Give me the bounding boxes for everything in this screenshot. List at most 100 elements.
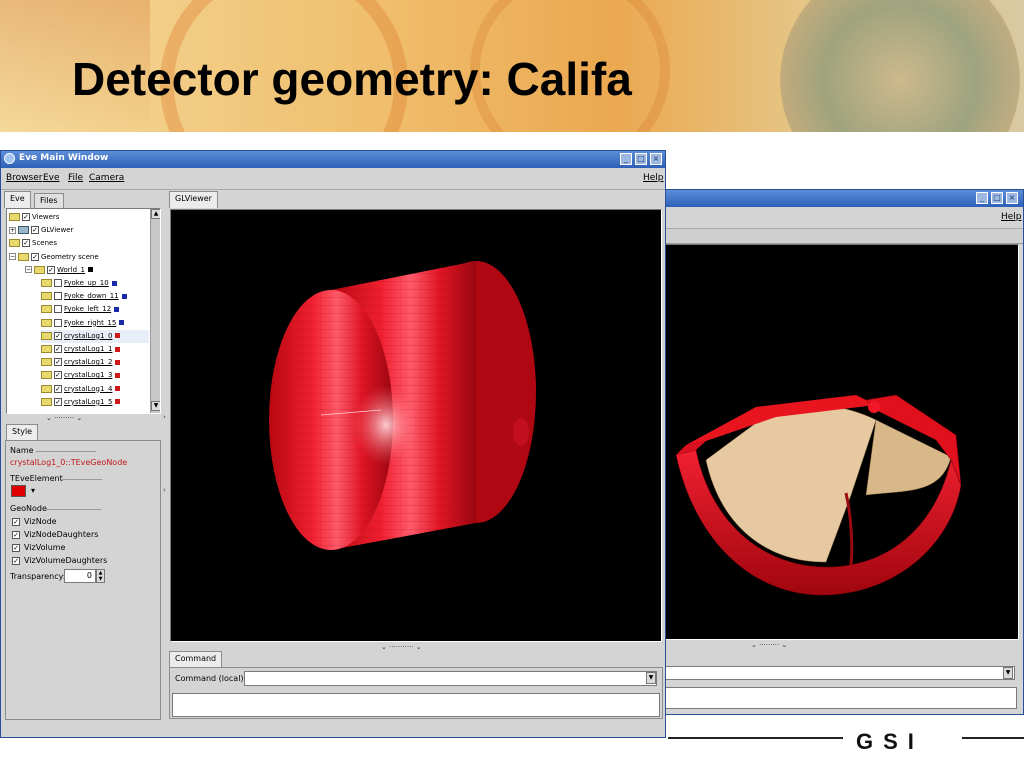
divider (46, 509, 101, 510)
tree-item[interactable]: ✓ Viewers (9, 211, 59, 224)
visibility-checkbox[interactable] (54, 318, 62, 327)
vizvolumedaughters-checkbox[interactable]: ✓ (12, 557, 20, 565)
visibility-checkbox[interactable]: ✓ (31, 226, 39, 235)
tree-item[interactable]: − ✓ World_1 (25, 264, 94, 277)
command-history-dropdown[interactable]: ▼ (646, 672, 656, 684)
name-label: Name (10, 446, 34, 455)
tree-item[interactable]: Fyoke_up_10 (41, 277, 117, 290)
minimize-button[interactable]: _ (620, 153, 632, 165)
folder-icon (18, 252, 29, 261)
tree-item[interactable]: ✓ Scenes (9, 237, 57, 250)
tab-style[interactable]: Style (6, 424, 39, 441)
tree-item[interactable]: ✓ crystalLog1_0 (41, 329, 149, 343)
close-button[interactable]: × (650, 153, 662, 165)
visibility-checkbox[interactable]: ✓ (22, 239, 30, 248)
folder-icon (41, 371, 52, 380)
tree-item-label: crystalLog1_3 (64, 371, 113, 380)
tree-item[interactable]: Fyoke_down_11 (41, 290, 127, 303)
main-window-titlebar[interactable]: Eve Main Window _ □ × (1, 151, 665, 168)
splitter-handle[interactable]: ⌄ ········· ⌄ (751, 641, 787, 649)
eve-list-tree: ✓ Viewers + ✓ GLViewer ✓ Scenes − ✓ Geometry scen… (6, 208, 161, 414)
command-label: Command (local): (175, 674, 247, 683)
gl-viewport[interactable] (170, 209, 662, 642)
tab-files[interactable]: Files (34, 193, 64, 208)
tree-item[interactable]: + ✓ GLViewer (9, 224, 73, 237)
teveelement-label: TEveElement (10, 474, 63, 483)
back-eve-window: _ □ × Help ⌄ ········· ⌄ ▼ (664, 189, 1024, 715)
back-command-dropdown[interactable]: ▼ (1003, 667, 1013, 679)
tree-item-label: Fyoke_up_10 (64, 279, 109, 287)
tree-item[interactable]: − ✓ Geometry scene (9, 251, 99, 264)
banner-detector-photo (780, 0, 1020, 132)
tree-item[interactable]: ✓ crystalLog1_5 (41, 396, 121, 409)
eve-main-window: Eve Main Window _ □ × Browser Eve File C… (0, 150, 666, 738)
help-menu[interactable]: Help (1001, 212, 1022, 222)
scroll-down-arrow[interactable]: ▼ (151, 401, 160, 411)
menu-camera[interactable]: Camera (89, 173, 124, 183)
splitter-handle[interactable]: ⌄ ········· ⌄ (46, 414, 82, 422)
tree-item[interactable]: Fyoke_left_12 (41, 303, 120, 316)
back-window-titlebar[interactable]: _ □ × (665, 190, 1023, 207)
transparency-input[interactable]: 0 (64, 569, 96, 583)
visibility-checkbox[interactable] (54, 292, 62, 301)
collapse-icon[interactable]: − (25, 266, 32, 274)
color-swatch-button[interactable] (11, 485, 26, 497)
maximize-button[interactable]: □ (991, 192, 1003, 204)
vizvolumedaughters-label: VizVolumeDaughters (24, 556, 108, 565)
tree-item[interactable]: ✓ crystalLog1_4 (41, 383, 121, 396)
visibility-checkbox[interactable]: ✓ (54, 345, 62, 353)
tree-item-label: Fyoke_down_11 (64, 292, 119, 301)
visibility-checkbox[interactable]: ✓ (22, 213, 30, 221)
visibility-checkbox[interactable]: ✓ (54, 371, 62, 380)
back-window-menubar: Help (665, 208, 1023, 229)
tab-command[interactable]: Command (169, 651, 223, 668)
maximize-button[interactable]: □ (635, 153, 647, 165)
transparency-stepper[interactable]: ▲ ▼ (96, 569, 105, 583)
folder-icon (41, 384, 52, 393)
back-command-output (665, 687, 1017, 709)
tree-item[interactable]: ✓ crystalLog1_2 (41, 356, 121, 369)
visibility-checkbox[interactable]: ✓ (54, 331, 62, 340)
menu-help[interactable]: Help (643, 173, 664, 183)
tree-item[interactable]: Fyoke_right_15 (41, 317, 125, 330)
folder-icon (9, 239, 20, 248)
minimize-button[interactable]: _ (976, 192, 988, 204)
tree-item-label: crystalLog1_5 (64, 397, 113, 406)
visibility-checkbox[interactable]: ✓ (31, 252, 39, 261)
left-splitter-handle[interactable]: › (163, 486, 166, 494)
color-swatch (114, 306, 120, 312)
visibility-checkbox[interactable] (54, 305, 62, 314)
viznodedaughters-checkbox[interactable]: ✓ (12, 531, 20, 539)
visibility-checkbox[interactable]: ✓ (54, 397, 62, 406)
folder-icon (41, 358, 52, 367)
tree-item[interactable]: ✓ crystalLog1_1 (41, 343, 121, 356)
splitter-handle[interactable]: ⌄ ··········· ⌄ (381, 643, 422, 651)
app-icon (4, 153, 15, 164)
visibility-checkbox[interactable]: ✓ (54, 384, 62, 393)
expand-icon[interactable]: + (9, 226, 16, 234)
menu-file[interactable]: File (68, 173, 83, 183)
divider (62, 479, 102, 480)
visibility-checkbox[interactable] (54, 279, 62, 287)
chevron-down-icon[interactable]: ▾ (31, 486, 35, 495)
back-command-input[interactable] (665, 666, 1015, 680)
command-input[interactable] (244, 671, 657, 686)
collapse-icon[interactable]: − (9, 253, 16, 261)
viznode-checkbox[interactable]: ✓ (12, 518, 20, 526)
tree-scrollbar[interactable]: ▲ ▼ (150, 209, 160, 413)
transparency-label: Transparency: (10, 572, 66, 581)
tab-glviewer[interactable]: GLViewer (169, 191, 218, 208)
tab-eve[interactable]: Eve (4, 191, 31, 208)
vizvolume-checkbox[interactable]: ✓ (12, 544, 20, 552)
tree-item[interactable]: ✓ crystalLog1_3 (41, 369, 121, 382)
menu-browser[interactable]: Browser (6, 173, 42, 183)
visibility-checkbox[interactable]: ✓ (54, 358, 62, 367)
scroll-up-arrow[interactable]: ▲ (151, 209, 160, 219)
visibility-checkbox[interactable]: ✓ (47, 265, 55, 274)
back-gl-viewport[interactable] (665, 244, 1019, 640)
node-name-value: crystalLog1_0::TEveGeoNode (10, 458, 128, 467)
menu-eve[interactable]: Eve (43, 173, 60, 183)
left-splitter-handle[interactable]: › (163, 413, 166, 421)
close-button[interactable]: × (1006, 192, 1018, 204)
transparency-value: 0 (86, 571, 92, 580)
